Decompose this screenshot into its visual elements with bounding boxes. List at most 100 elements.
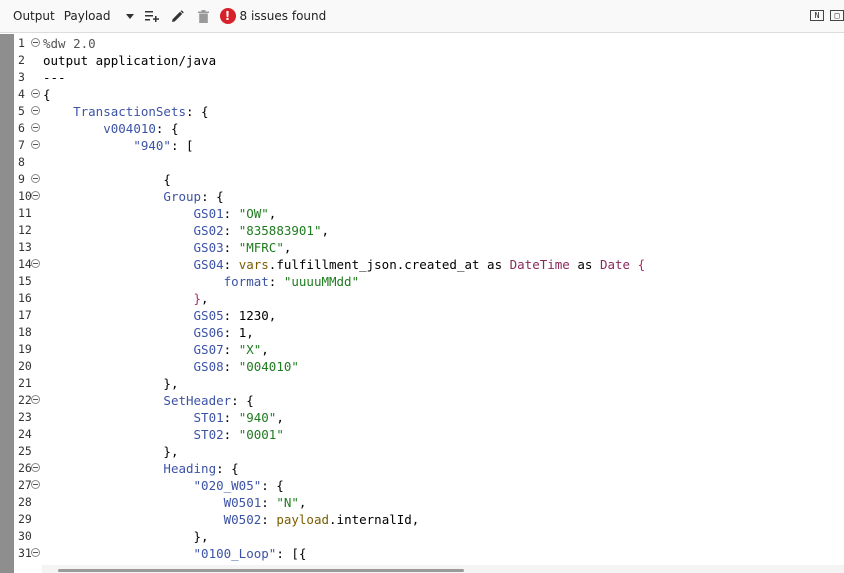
code-line[interactable]: 13 GS03: "MFRC",: [14, 239, 844, 256]
chevron-down-icon[interactable]: [125, 13, 134, 19]
code-line[interactable]: 9 {: [14, 171, 844, 188]
code-token: :: [223, 206, 239, 221]
code-line[interactable]: 12 GS02: "835883901",: [14, 222, 844, 239]
trash-icon[interactable]: [196, 8, 212, 24]
line-number: 21: [18, 376, 32, 390]
line-number: 11: [18, 206, 32, 220]
code-text: ST01: "940",: [43, 409, 284, 426]
pencil-icon[interactable]: [170, 8, 186, 24]
code-line[interactable]: 19 GS07: "X",: [14, 341, 844, 358]
code-line[interactable]: 21 },: [14, 375, 844, 392]
line-number: 15: [18, 274, 32, 288]
code-token: : [{: [276, 546, 307, 561]
code-token: : [: [170, 138, 194, 153]
fold-toggle-icon[interactable]: [31, 395, 40, 404]
single-view-icon[interactable]: □: [830, 10, 844, 21]
fold-toggle-icon[interactable]: [31, 548, 40, 557]
fold-toggle-icon[interactable]: [31, 174, 40, 183]
code-line[interactable]: 11 GS01: "OW",: [14, 205, 844, 222]
code-token: SetHeader: [163, 393, 232, 408]
fold-toggle-icon[interactable]: [31, 38, 40, 47]
split-view-icon[interactable]: N: [810, 10, 824, 21]
code-line[interactable]: 7 "940": [: [14, 137, 844, 154]
code-line[interactable]: 5 TransactionSets: {: [14, 103, 844, 120]
fold-toggle-icon[interactable]: [31, 463, 40, 472]
code-line[interactable]: 6 v004010: {: [14, 120, 844, 137]
payload-select[interactable]: Payload: [64, 9, 111, 23]
code-line[interactable]: 30 },: [14, 528, 844, 545]
code-token: }: [193, 291, 202, 306]
code-token: : {: [155, 121, 179, 136]
line-number: 17: [18, 308, 32, 322]
code-token: :: [223, 325, 239, 340]
code-line[interactable]: 24 ST02: "0001": [14, 426, 844, 443]
code-token: ,: [298, 495, 307, 510]
code-token: GS02: [193, 223, 224, 238]
code-line[interactable]: 31 "0100_Loop": [{: [14, 545, 844, 562]
line-number: 28: [18, 495, 32, 509]
code-line[interactable]: 17 GS05: 1230,: [14, 307, 844, 324]
code-line[interactable]: 29 W0502: payload.internalId,: [14, 511, 844, 528]
code-token: format: [223, 274, 269, 289]
code-token: : {: [261, 478, 284, 493]
line-number: 25: [18, 444, 32, 458]
code-text: SetHeader: {: [43, 392, 253, 409]
line-number: 16: [18, 291, 32, 305]
code-text: "020_W05": {: [43, 477, 284, 494]
line-number: 20: [18, 359, 32, 373]
code-line[interactable]: 4{: [14, 86, 844, 103]
fold-toggle-icon[interactable]: [31, 191, 40, 200]
code-line[interactable]: 8: [14, 154, 844, 171]
code-token: {: [163, 172, 171, 187]
code-line[interactable]: 1 %dw 2.0: [14, 35, 844, 52]
code-token: "0100_Loop": [193, 546, 277, 561]
code-text: Group: {: [43, 188, 223, 205]
code-line[interactable]: 10 Group: {: [14, 188, 844, 205]
playlist-add-icon[interactable]: [144, 8, 160, 24]
code-line[interactable]: 16 },: [14, 290, 844, 307]
code-line[interactable]: 15 format: "uuuuMMdd": [14, 273, 844, 290]
line-number: 30: [18, 529, 32, 543]
code-line[interactable]: 3 ---: [14, 69, 844, 86]
issues-count-link[interactable]: 8 issues found: [240, 9, 327, 23]
horizontal-scrollbar-thumb[interactable]: [58, 569, 464, 572]
code-token: payload: [276, 512, 330, 527]
code-line[interactable]: 14 GS04: vars.fulfillment_json.created_a…: [14, 256, 844, 273]
code-token: "OW": [238, 206, 269, 221]
fold-toggle-icon[interactable]: [31, 480, 40, 489]
code-token: : {: [186, 104, 209, 119]
code-line[interactable]: 25 },: [14, 443, 844, 460]
error-icon[interactable]: !: [219, 8, 236, 24]
code-token: vars: [238, 257, 269, 272]
code-text: },: [43, 528, 209, 545]
line-number: 12: [18, 223, 32, 237]
code-text: GS06: 1,: [43, 324, 254, 341]
fold-toggle-icon[interactable]: [31, 123, 40, 132]
code-line[interactable]: 26 Heading: {: [14, 460, 844, 477]
code-line[interactable]: 22 SetHeader: {: [14, 392, 844, 409]
fold-toggle-icon[interactable]: [31, 89, 40, 98]
code-line[interactable]: 27 "020_W05": {: [14, 477, 844, 494]
code-line[interactable]: 18 GS06: 1,: [14, 324, 844, 341]
code-line[interactable]: 23 ST01: "940",: [14, 409, 844, 426]
code-line[interactable]: 2 output application/java: [14, 52, 844, 69]
code-line[interactable]: 28 W0501: "N",: [14, 494, 844, 511]
fold-toggle-icon[interactable]: [31, 259, 40, 268]
horizontal-scrollbar[interactable]: [42, 565, 844, 573]
code-line[interactable]: 20 GS08: "004010": [14, 358, 844, 375]
code-text: },: [43, 290, 209, 307]
fold-toggle-icon[interactable]: [31, 106, 40, 115]
code-token: GS03: [193, 240, 224, 255]
code-text: ---: [43, 69, 66, 86]
fold-toggle-icon[interactable]: [31, 140, 40, 149]
code-token: "X": [238, 342, 262, 357]
code-editor[interactable]: 1 %dw 2.0 2 output application/java 3 --- 4{5 …: [14, 34, 844, 564]
